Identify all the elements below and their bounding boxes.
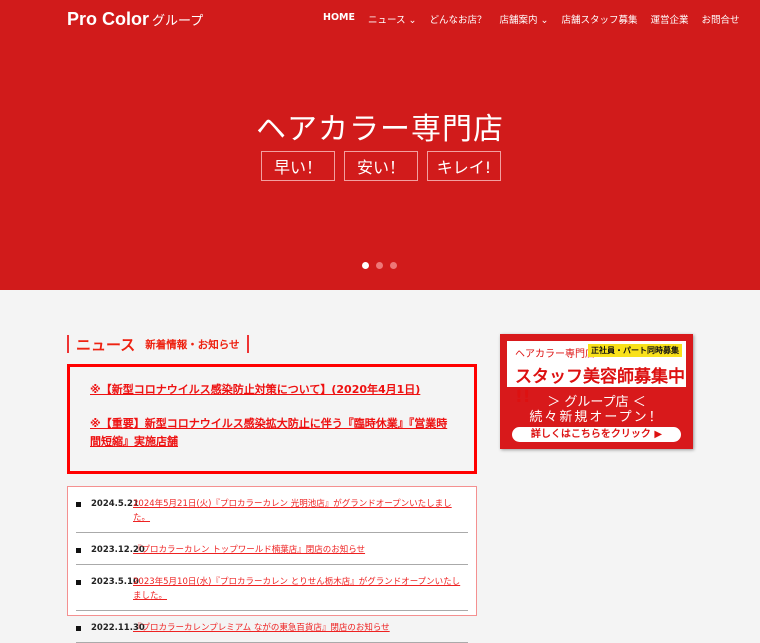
logo-text: Pro Color — [67, 9, 150, 29]
news-subtitle: 新着情報・お知らせ — [145, 338, 240, 351]
news-title: ニュース — [76, 335, 136, 354]
list-item: 2022.11.30 『プロカラーカレンプレミアム ながの東急百貨店』閉店のお知ら… — [76, 611, 468, 643]
list-item: 2023.12.20 『プロカラーカレン トップワールド楠葉店』閉店のお知らせ — [76, 533, 468, 565]
notice-link[interactable]: ※【重要】新型コロナウイルス感染拡大防止に伴う『臨時休業』『営業時間短縮』実施店… — [90, 415, 454, 451]
main-nav: HOME ニュース ⌄ どんなお店？ 店舗案内 ⌄ 店舗スタッフ募集 運営企業 … — [323, 12, 740, 26]
banner-line4: 続々新規オープン！ — [529, 410, 664, 425]
news-link[interactable]: 2024年5月21日(火)『プロカラーカレン 光明池店』がグランドオープンいたし… — [133, 497, 468, 525]
slider-dot-2[interactable] — [376, 262, 383, 269]
news-heading: ニュース 新着情報・お知らせ — [67, 335, 249, 354]
nav-company[interactable]: 運営企業 — [651, 12, 689, 26]
news-link[interactable]: 『プロカラーカレン トップワールド楠葉店』閉店のお知らせ — [133, 543, 365, 557]
slider-dot-3[interactable] — [390, 262, 397, 269]
hero-title: ヘアカラー専門店 — [256, 112, 504, 147]
news-link[interactable]: 2023年5月10日(水)『プロカラーカレン とりせん栃木店』がグランドオープン… — [133, 575, 468, 603]
bullet-icon — [76, 548, 81, 553]
banner-line1: ヘアカラー専門店 — [515, 349, 595, 360]
bullet-icon — [76, 580, 81, 585]
notice-link[interactable]: ※【新型コロナウイルス感染防止対策について】(2020年4月1日) — [90, 381, 454, 399]
site-logo[interactable]: Pro Color グループ — [67, 9, 203, 30]
slider-dot-1[interactable] — [362, 262, 369, 269]
slider-dots — [362, 262, 397, 269]
list-item: 2023.5.10 2023年5月10日(水)『プロカラーカレン とりせん栃木店』… — [76, 565, 468, 611]
notice-box: ※【新型コロナウイルス感染防止対策について】(2020年4月1日) ※【重要】新… — [67, 364, 477, 474]
nav-news[interactable]: ニュース ⌄ — [368, 12, 417, 26]
news-date: 2023.5.10 — [91, 577, 139, 587]
nav-stores[interactable]: 店舗案内 ⌄ — [500, 12, 549, 26]
nav-about[interactable]: どんなお店？ — [430, 12, 487, 26]
tagline-cheap: 安い！ — [344, 151, 418, 181]
bullet-icon — [76, 626, 81, 631]
banner-badge: 正社員・パート同時募集 — [588, 344, 682, 357]
news-date: 2023.12.20 — [91, 545, 145, 555]
nav-home[interactable]: HOME — [323, 12, 355, 26]
banner-button[interactable]: 詳しくはこちらをクリック ▶ — [512, 427, 681, 442]
news-list: 2024.5.21 2024年5月21日(火)『プロカラーカレン 光明池店』がグラ… — [67, 486, 477, 643]
news-link[interactable]: 『プロカラーカレンプレミアム ながの東急百貨店』閉店のお知らせ — [133, 621, 390, 635]
recruit-banner[interactable]: ヘアカラー専門店 正社員・パート同時募集 スタッフ美容師募集中 !! ＞ グルー… — [500, 334, 693, 449]
logo-sub: グループ — [152, 13, 204, 28]
tagline-beautiful: キレイ! — [427, 151, 501, 181]
list-item: 2024.5.21 2024年5月21日(火)『プロカラーカレン 光明池店』がグラ… — [76, 487, 468, 533]
hero-slider: Pro Color グループ HOME ニュース ⌄ どんなお店？ 店舗案内 ⌄ … — [0, 0, 760, 290]
news-date: 2022.11.30 — [91, 623, 145, 633]
nav-recruit[interactable]: 店舗スタッフ募集 — [562, 12, 638, 26]
bullet-icon — [76, 502, 81, 507]
nav-contact[interactable]: お問合せ — [702, 12, 740, 26]
tagline-fast: 早い！ — [261, 151, 335, 181]
news-date: 2024.5.21 — [91, 499, 139, 509]
